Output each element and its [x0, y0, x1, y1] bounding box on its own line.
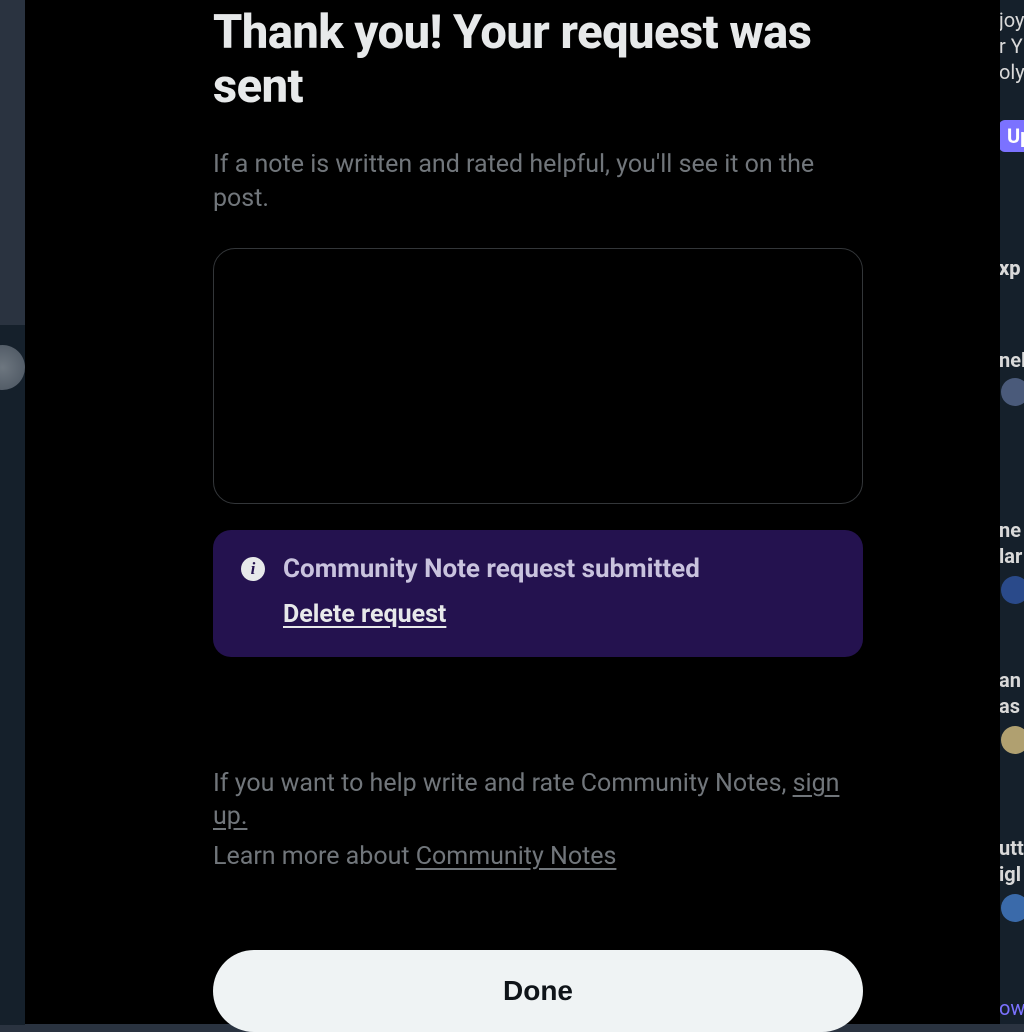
avatar-fragment	[1001, 726, 1024, 754]
learn-more-text: Learn more about Community Notes	[213, 840, 863, 874]
note-preview-box	[213, 248, 863, 504]
fragment-text: igl	[999, 862, 1021, 886]
community-note-modal: Thank you! Your request was sent If a no…	[25, 0, 1000, 1024]
upgrade-pill-fragment[interactable]: Up	[999, 120, 1024, 152]
fragment-link[interactable]: ow	[999, 996, 1024, 1020]
right-sidebar-fragment: joy r Y oly Up xp nel ne lar an as utt i…	[999, 0, 1024, 1024]
fragment-text: utt	[999, 836, 1024, 860]
fragment-text: lar	[999, 544, 1022, 568]
avatar-fragment	[1001, 378, 1024, 406]
fragment-text: as	[999, 694, 1020, 718]
status-title: Community Note request submitted	[283, 554, 700, 584]
status-banner: i Community Note request submitted Delet…	[213, 530, 863, 657]
signup-help-text: If you want to help write and rate Commu…	[213, 767, 863, 835]
avatar-fragment	[1001, 576, 1024, 604]
delete-request-link[interactable]: Delete request	[283, 600, 446, 629]
community-notes-link[interactable]: Community Notes	[416, 842, 617, 871]
fragment-text: oly	[999, 60, 1024, 84]
avatar-fragment	[1001, 894, 1024, 922]
modal-subtitle: If a note is written and rated helpful, …	[213, 148, 863, 216]
fragment-text: an	[999, 668, 1021, 692]
left-panel	[0, 325, 25, 1025]
learn-more-pre: Learn more about	[213, 842, 416, 871]
done-button[interactable]: Done	[213, 950, 863, 1032]
fragment-text: joy	[999, 8, 1024, 32]
fragment-text: r Y	[999, 34, 1023, 58]
fragment-text: ne	[999, 518, 1021, 542]
modal-title: Thank you! Your request was sent	[213, 6, 863, 114]
info-icon: i	[241, 557, 265, 581]
signup-help-pre: If you want to help write and rate Commu…	[213, 769, 793, 798]
fragment-text: nel	[999, 348, 1024, 372]
fragment-text: xp	[999, 256, 1021, 280]
